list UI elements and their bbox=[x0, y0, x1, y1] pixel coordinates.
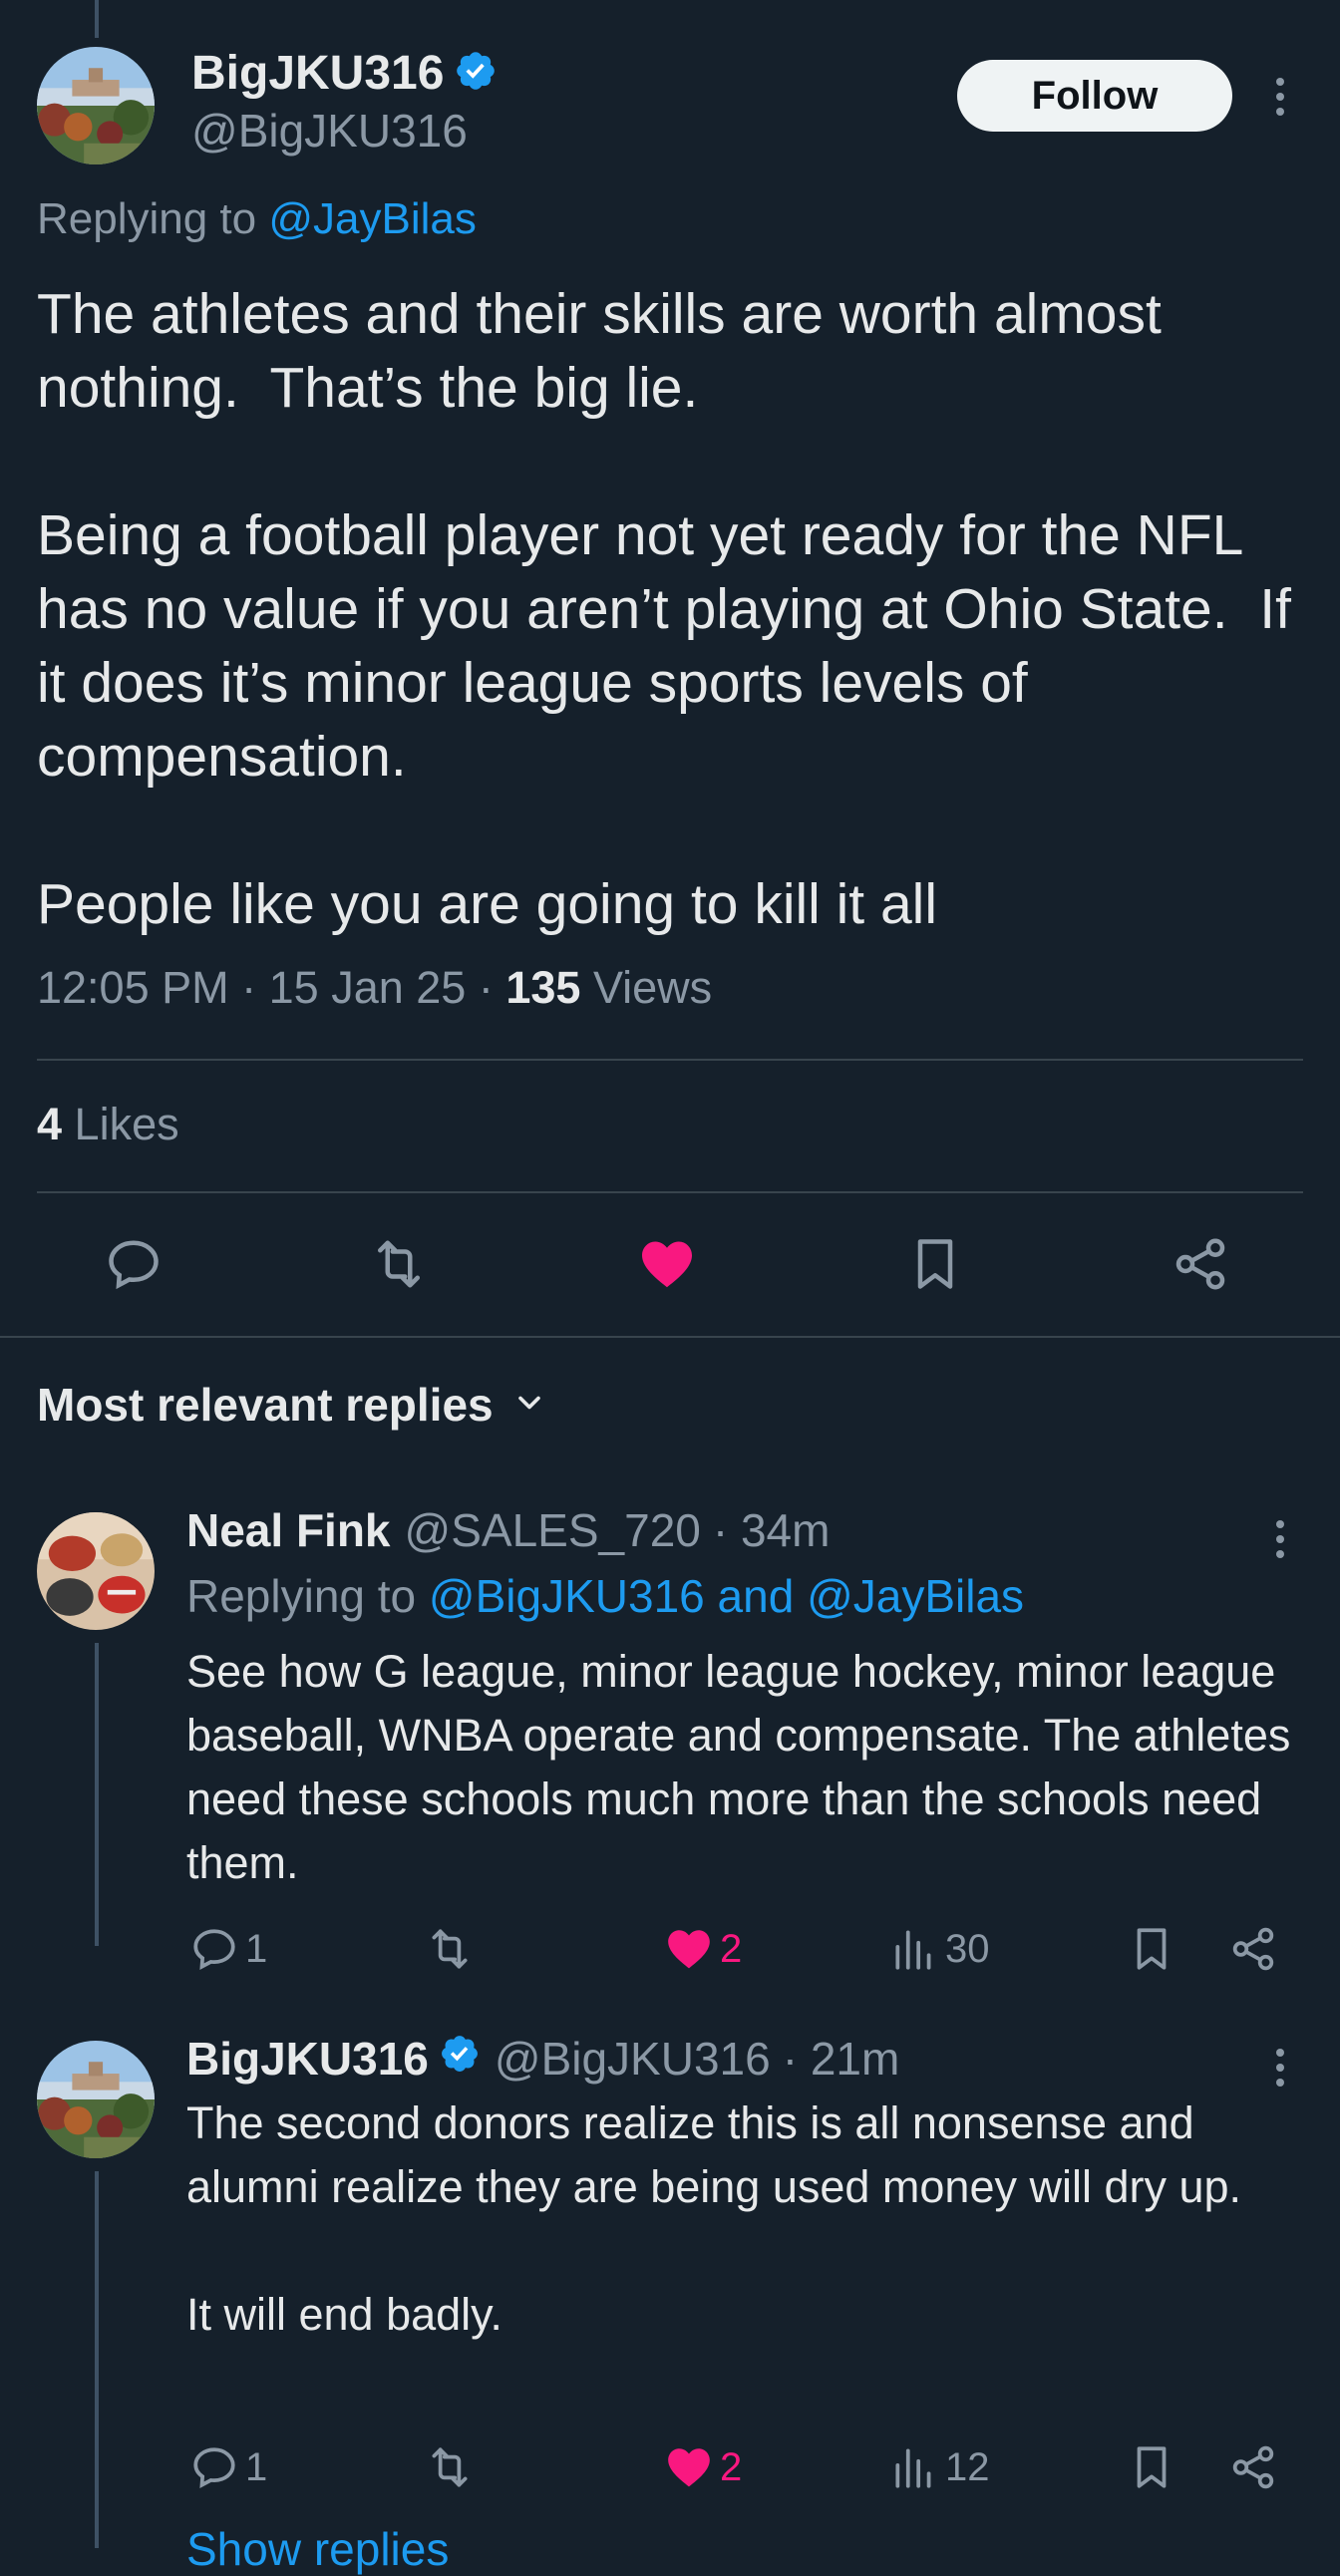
retweet-icon bbox=[432, 1929, 468, 1969]
reply-count: 1 bbox=[245, 2444, 268, 2489]
like-icon bbox=[668, 1930, 710, 1969]
tweet-meta: 12:05 PM · 15 Jan 25 · 135 Views bbox=[37, 962, 713, 1013]
author-display-name[interactable]: BigJKU316 bbox=[191, 46, 444, 101]
helmets-photo-icon bbox=[37, 1512, 155, 1630]
view-count: 12 bbox=[945, 2444, 990, 2489]
more-options-icon[interactable] bbox=[1270, 1520, 1290, 1558]
reply-header: Neal Fink @SALES_720 · 34m bbox=[186, 1503, 830, 1557]
tweet-time[interactable]: 12:05 PM bbox=[37, 962, 229, 1013]
replying-to-line: Replying to @BigJKU316 and @JayBilas bbox=[186, 1569, 1024, 1623]
bookmark-button[interactable] bbox=[1127, 1924, 1176, 1974]
views-label: Views bbox=[592, 962, 713, 1013]
like-button[interactable]: 2 bbox=[664, 2442, 742, 2492]
author-handle[interactable]: @BigJKU316 bbox=[191, 104, 468, 158]
likes-count: 4 bbox=[37, 1099, 63, 1149]
replying-to-line: Replying to @JayBilas bbox=[37, 194, 477, 244]
divider bbox=[37, 1191, 1303, 1193]
retweet-icon bbox=[432, 2447, 468, 2487]
views-button[interactable]: 30 bbox=[889, 1924, 990, 1974]
share-icon bbox=[1232, 2445, 1274, 2489]
replying-to-link[interactable]: @BigJKU316 and @JayBilas bbox=[429, 1570, 1024, 1622]
follow-button[interactable]: Follow bbox=[957, 60, 1232, 132]
bookmark-icon bbox=[1137, 2446, 1167, 2488]
reply-handle[interactable]: @SALES_720 bbox=[405, 1503, 701, 1557]
thread-connector-line bbox=[95, 1643, 99, 1946]
bookmark-icon bbox=[1137, 1928, 1167, 1970]
share-button[interactable] bbox=[1228, 1924, 1278, 1974]
like-icon bbox=[668, 2448, 710, 2487]
tweet-text: The athletes and their skills are worth … bbox=[37, 282, 1291, 936]
like-button[interactable]: 2 bbox=[664, 1924, 742, 1974]
reply-avatar[interactable] bbox=[37, 1512, 155, 1630]
more-options-icon[interactable] bbox=[1270, 2049, 1290, 2087]
reply-button[interactable]: 1 bbox=[189, 1924, 267, 1974]
reply-count: 1 bbox=[245, 1926, 268, 1971]
replies-sort-label: Most relevant replies bbox=[37, 1379, 494, 1431]
like-count: 2 bbox=[720, 1926, 743, 1971]
analytics-icon bbox=[895, 1930, 931, 1970]
reply-icon bbox=[193, 2447, 235, 2488]
reply-icon[interactable] bbox=[104, 1234, 164, 1299]
reply-time[interactable]: · 34m bbox=[713, 1503, 831, 1557]
replying-to-prefix: Replying to bbox=[186, 1570, 429, 1622]
replying-to-prefix: Replying to bbox=[37, 194, 269, 243]
likes-label: Likes bbox=[74, 1099, 179, 1149]
share-button[interactable] bbox=[1228, 2442, 1278, 2492]
retweet-button[interactable] bbox=[423, 2442, 477, 2492]
reply-display-name[interactable]: BigJKU316 bbox=[186, 2032, 429, 2086]
bookmark-icon[interactable] bbox=[905, 1234, 965, 1299]
view-count: 30 bbox=[945, 1926, 990, 1971]
verified-badge-icon bbox=[454, 49, 498, 98]
replies-sort-dropdown[interactable]: Most relevant replies bbox=[37, 1378, 547, 1432]
reply-text: See how G league, minor league hockey, m… bbox=[186, 1646, 1303, 1888]
author-avatar[interactable] bbox=[37, 47, 155, 164]
reply-header: BigJKU316 @BigJKU316 · 21m bbox=[186, 2032, 899, 2086]
more-options-icon[interactable] bbox=[1270, 78, 1290, 116]
reply-text: The second donors realize this is all no… bbox=[186, 2097, 1242, 2340]
verified-badge-icon bbox=[439, 2032, 481, 2086]
share-icon[interactable] bbox=[1171, 1234, 1230, 1299]
campus-photo-icon bbox=[37, 47, 155, 164]
share-icon bbox=[1232, 1927, 1274, 1971]
views-button[interactable]: 12 bbox=[889, 2442, 990, 2492]
reply-button[interactable]: 1 bbox=[189, 2442, 267, 2492]
reply-time[interactable]: · 21m bbox=[783, 2032, 900, 2086]
tweet-date[interactable]: 15 Jan 25 bbox=[269, 962, 467, 1013]
chevron-down-icon bbox=[511, 1378, 547, 1432]
divider bbox=[37, 1059, 1303, 1061]
show-replies-link[interactable]: Show replies bbox=[186, 2522, 449, 2576]
campus-photo-icon bbox=[37, 2041, 155, 2158]
analytics-icon bbox=[895, 2448, 931, 2488]
views-count: 135 bbox=[505, 962, 581, 1013]
reply-icon bbox=[193, 1929, 235, 1970]
like-icon[interactable] bbox=[636, 1234, 698, 1299]
replying-to-link[interactable]: @JayBilas bbox=[268, 194, 477, 243]
reply-avatar[interactable] bbox=[37, 2041, 155, 2158]
thread-connector-line bbox=[95, 0, 99, 38]
likes-summary[interactable]: 4 Likes bbox=[37, 1099, 179, 1150]
section-divider bbox=[0, 1336, 1340, 1338]
reply-display-name[interactable]: Neal Fink bbox=[186, 1503, 391, 1557]
reply-handle[interactable]: @BigJKU316 bbox=[495, 2032, 771, 2086]
thread-connector-line bbox=[95, 2171, 99, 2548]
retweet-icon[interactable] bbox=[367, 1234, 431, 1299]
retweet-button[interactable] bbox=[423, 1924, 477, 1974]
like-count: 2 bbox=[720, 2444, 743, 2489]
bookmark-button[interactable] bbox=[1127, 2442, 1176, 2492]
author-name-row: BigJKU316 bbox=[191, 46, 498, 101]
